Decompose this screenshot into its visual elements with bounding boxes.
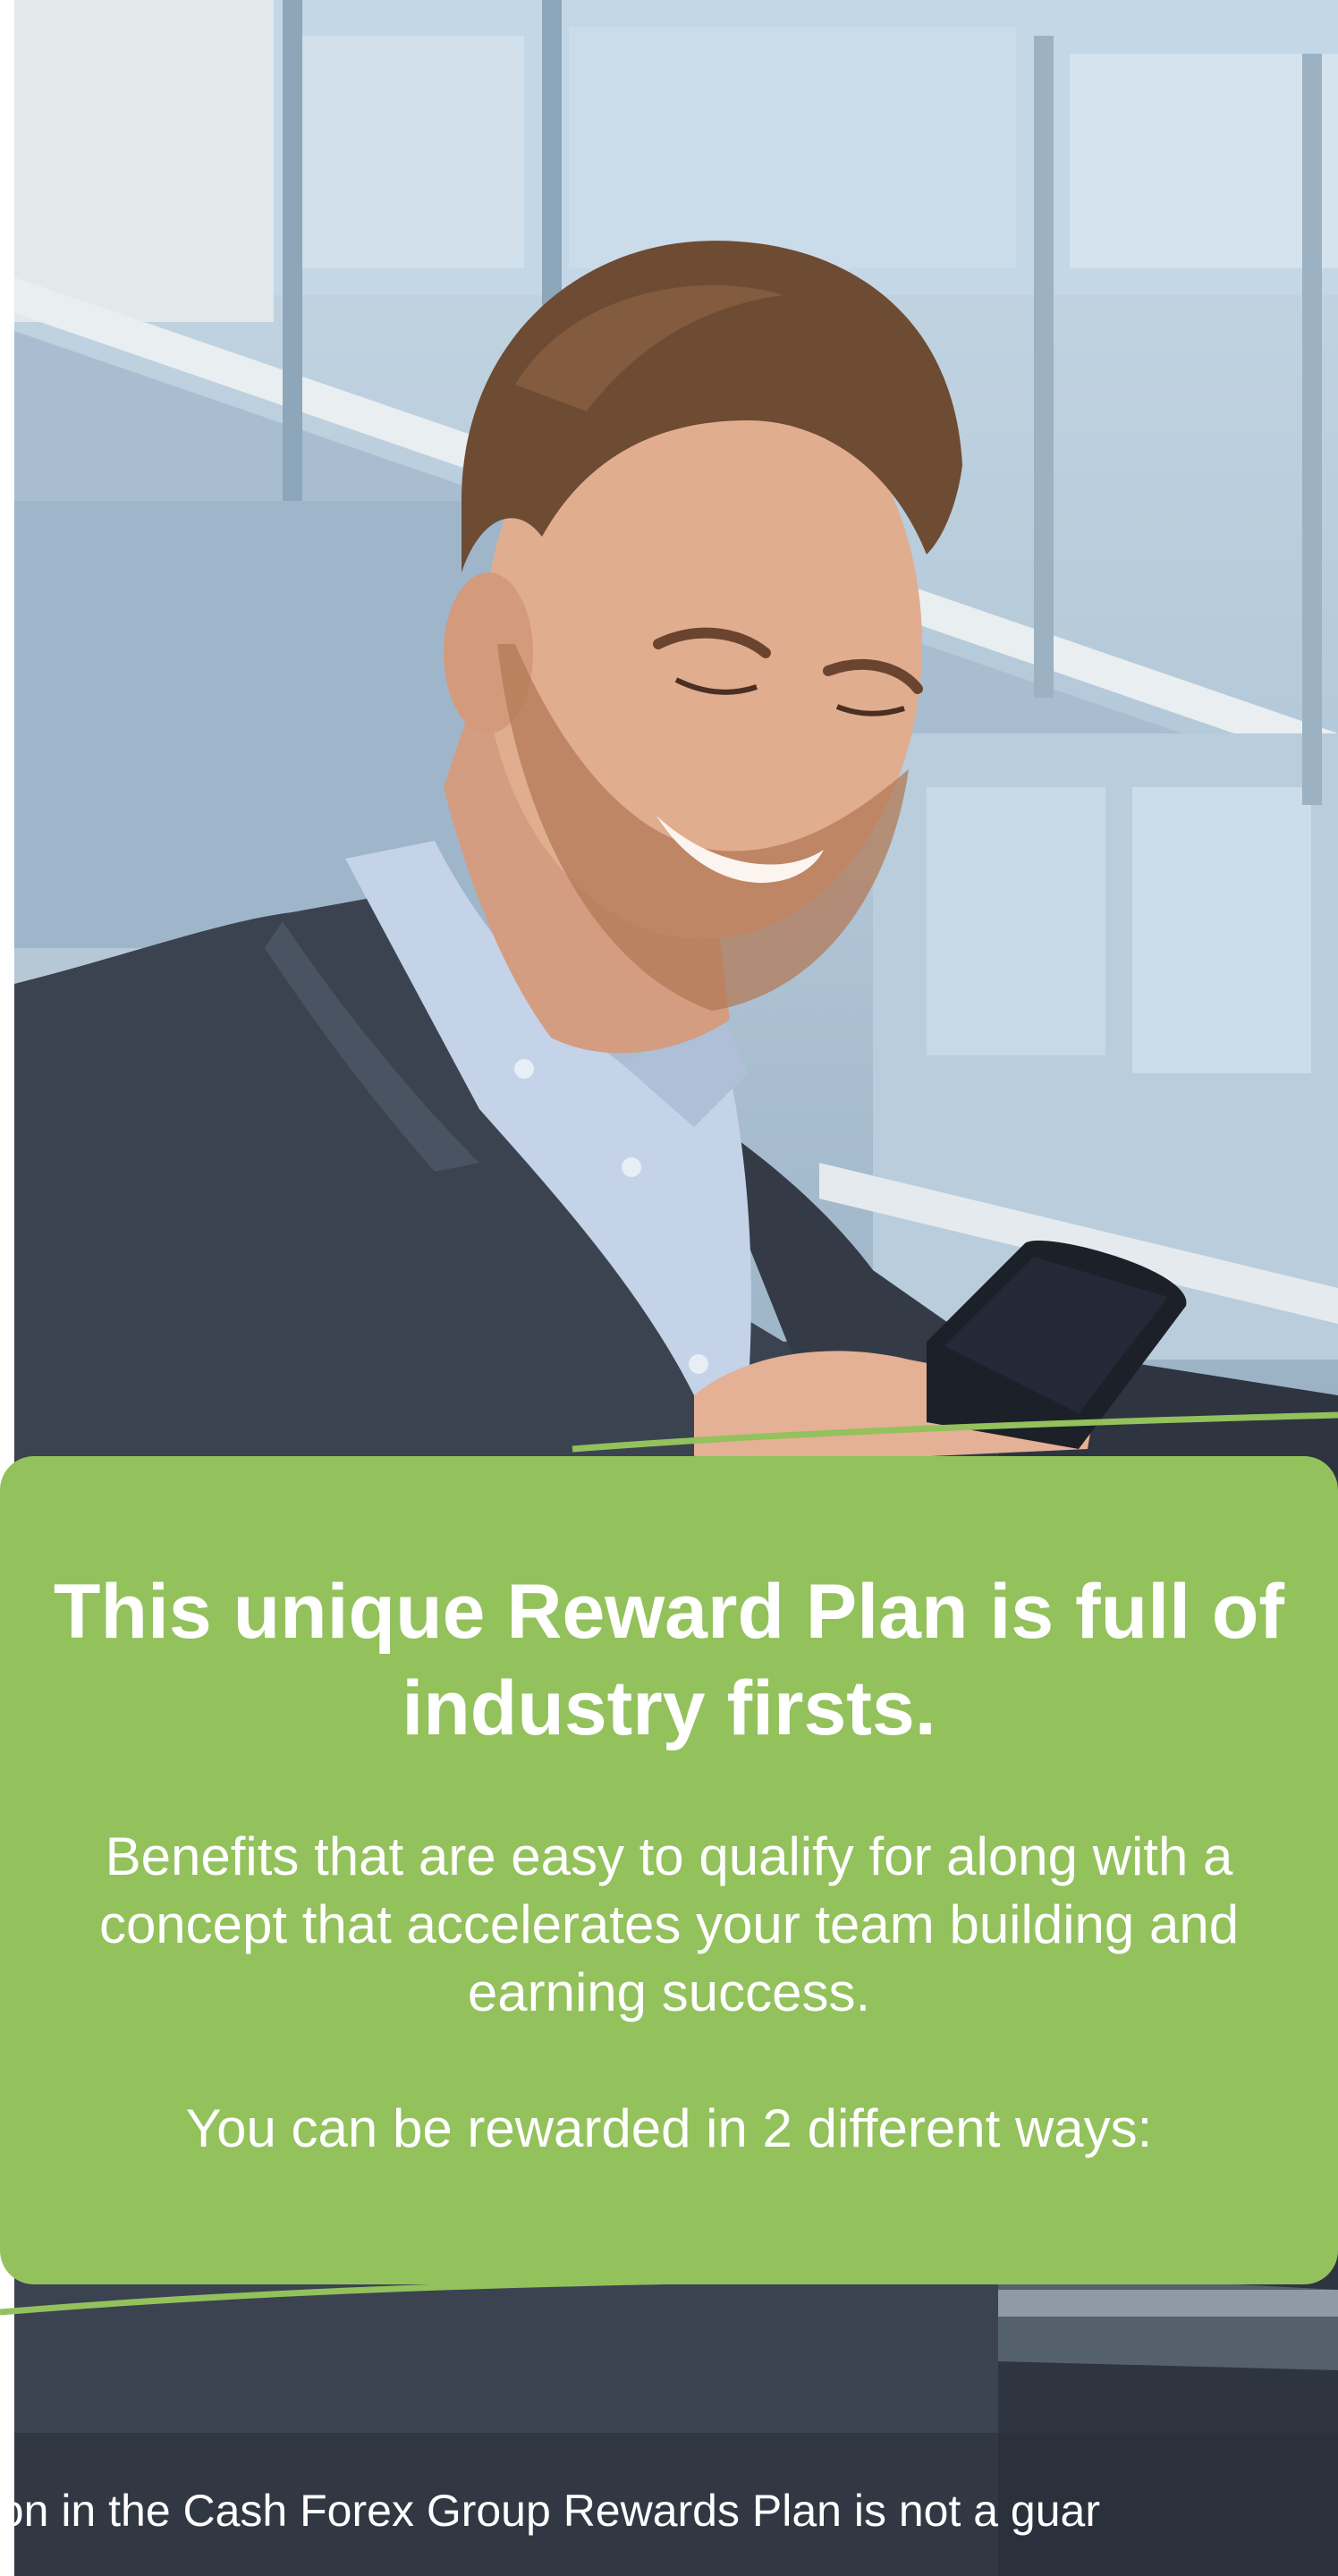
benefits-text: Benefits that are easy to qualify for al… — [98, 1826, 1240, 2022]
reward-plan-card: This unique Reward Plan is full of indus… — [0, 1456, 1338, 2284]
headline: This unique Reward Plan is full of indus… — [53, 1569, 1285, 1751]
disclaimer-text: ation in the Cash Forex Group Rewards Pl… — [0, 2486, 1101, 2536]
disclaimer-ticker: ation in the Cash Forex Group Rewards Pl… — [0, 2479, 1338, 2542]
reward-ways-text: You can be rewarded in 2 different ways: — [185, 2098, 1153, 2158]
